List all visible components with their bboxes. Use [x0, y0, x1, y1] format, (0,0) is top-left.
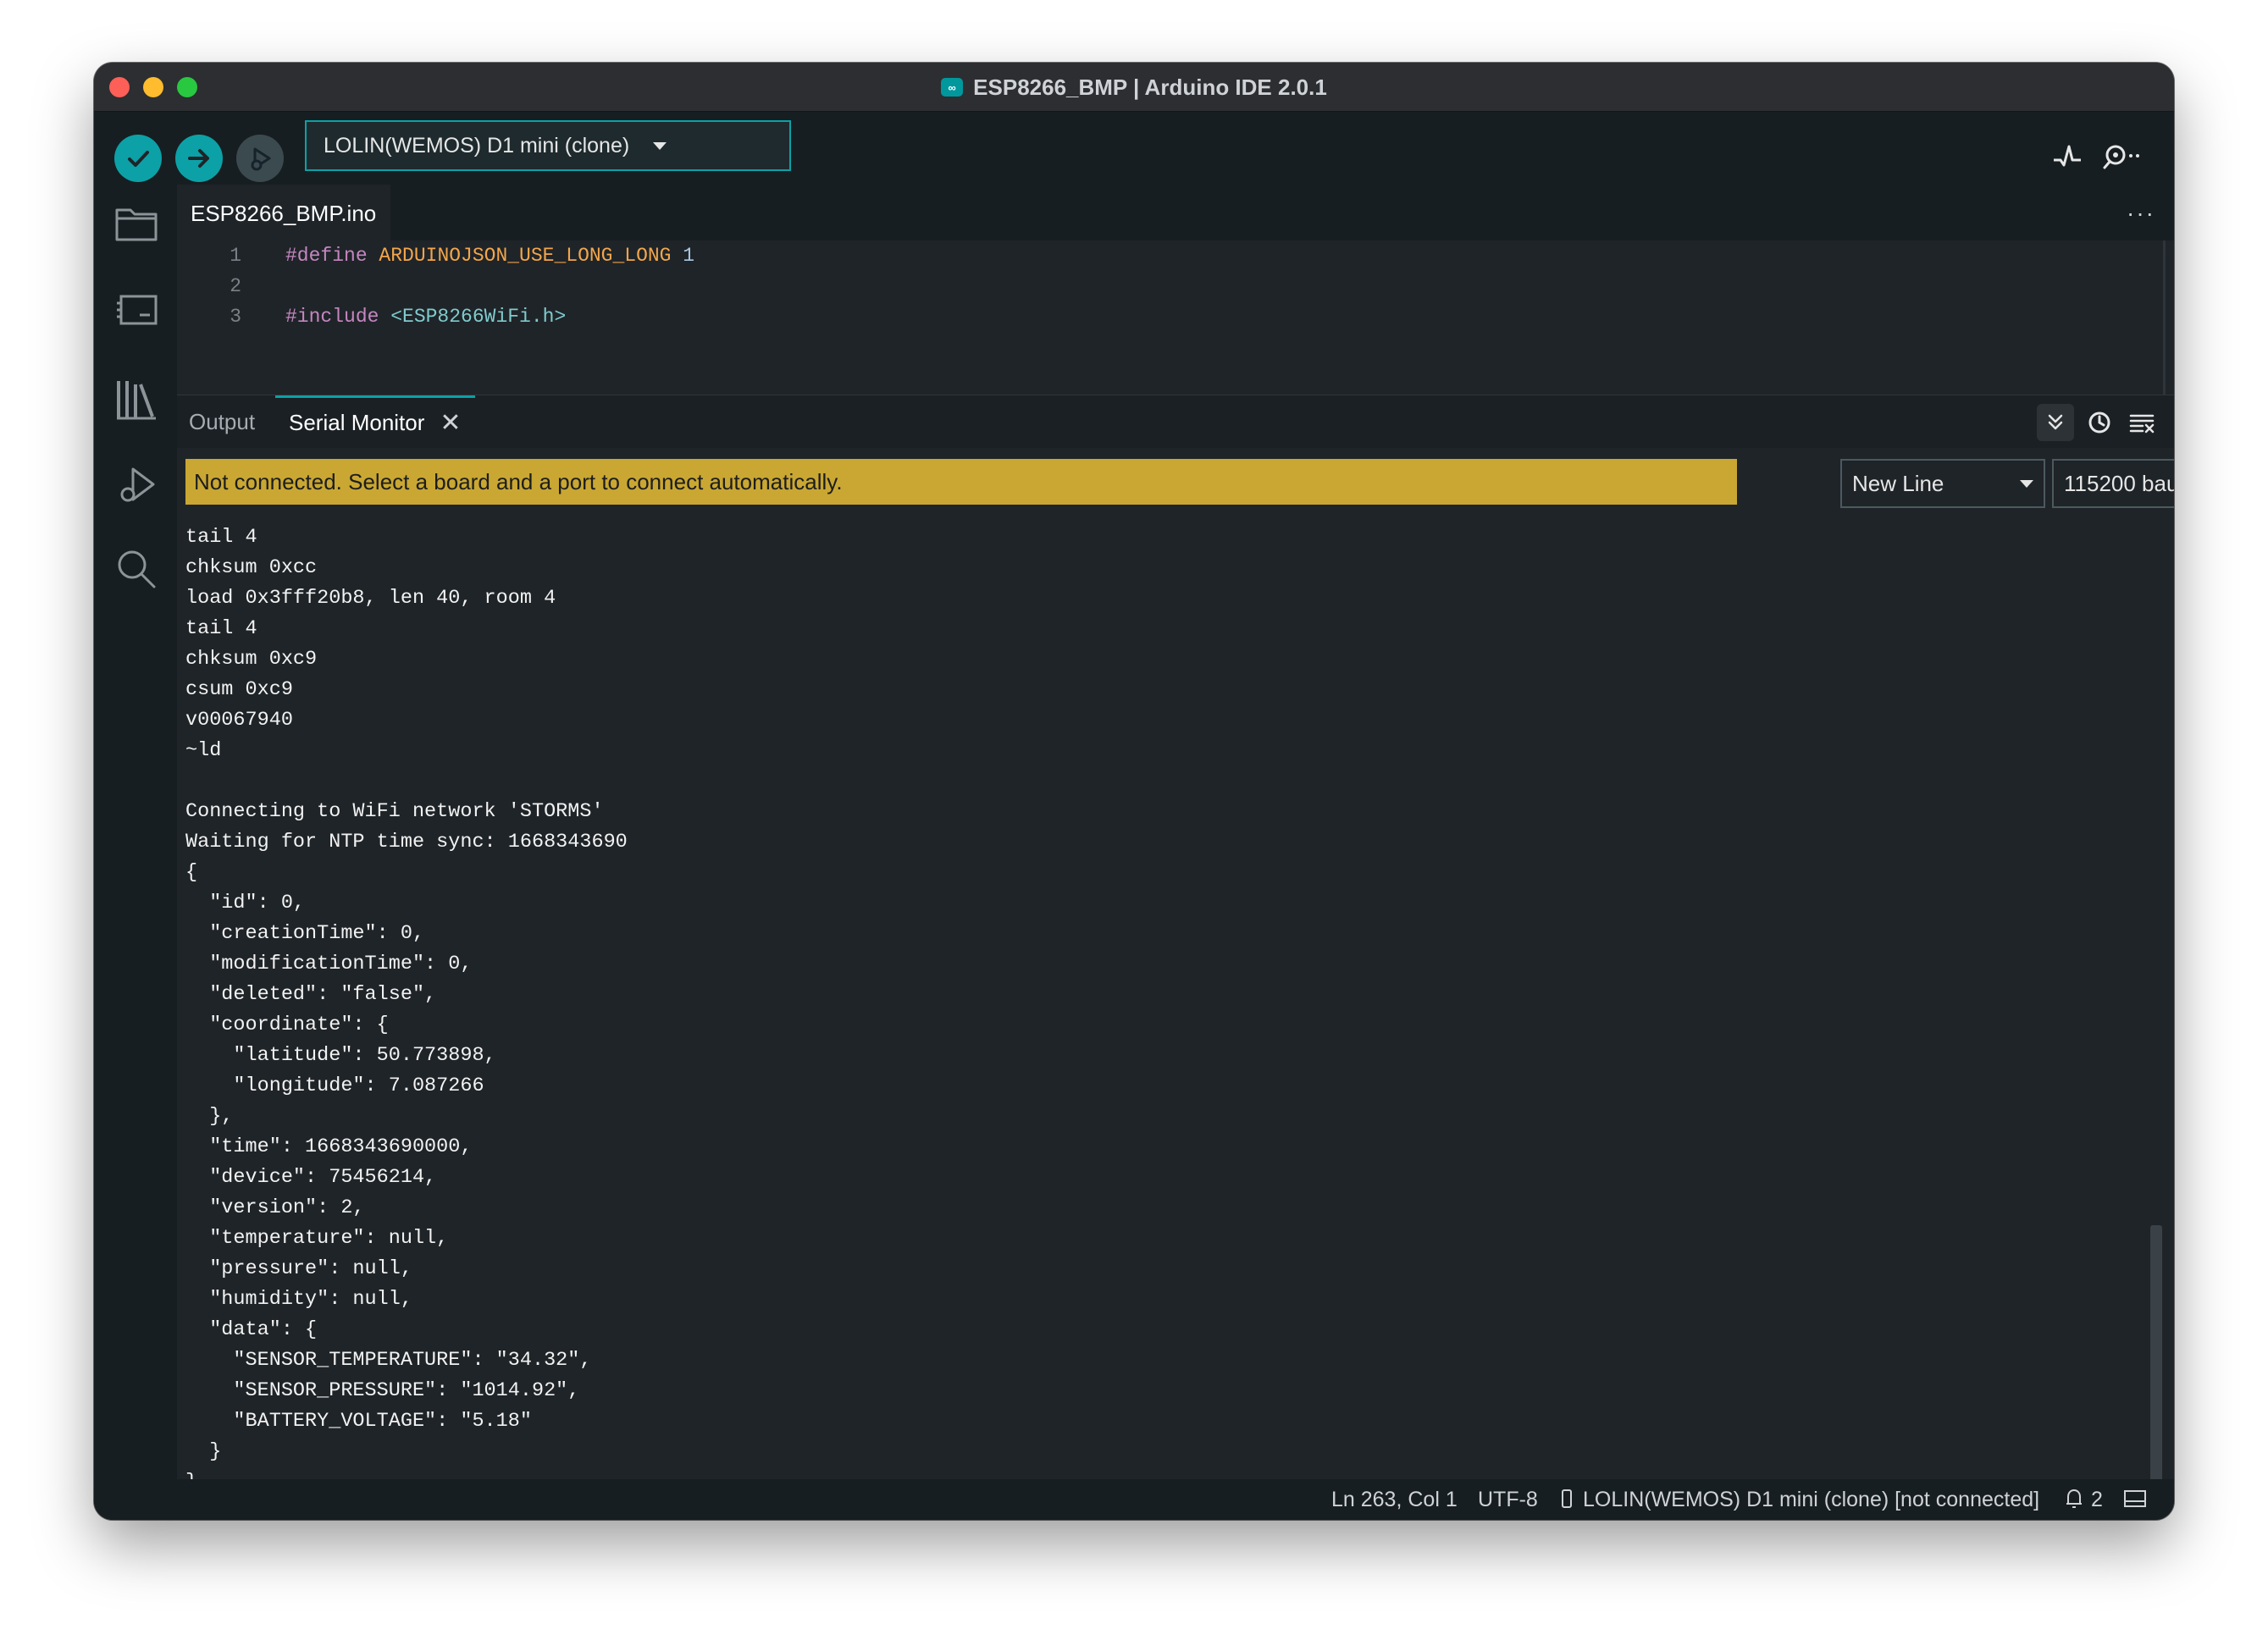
- title-bar: ∞ ESP8266_BMP | Arduino IDE 2.0.1: [94, 63, 2174, 112]
- panel-tab-bar: Output Serial Monitor ✕: [177, 395, 2174, 448]
- boards-manager-button[interactable]: [114, 288, 158, 332]
- debug-sidebar-button[interactable]: [114, 464, 158, 508]
- line-ending-value: New Line: [1852, 470, 1944, 496]
- arrow-right-icon: [188, 149, 209, 168]
- notification-count: 2: [2091, 1488, 2103, 1511]
- pulse-icon: [2054, 145, 2081, 167]
- debug-button[interactable]: [236, 135, 284, 182]
- clear-output-button[interactable]: [2123, 404, 2160, 441]
- autoscroll-toggle[interactable]: [2037, 404, 2074, 441]
- check-icon: [128, 151, 149, 167]
- panel-layout-icon: [2124, 1490, 2146, 1507]
- code-line: 2: [177, 271, 285, 301]
- tab-serial-monitor[interactable]: Serial Monitor ✕: [275, 395, 475, 448]
- board-icon: [117, 295, 158, 325]
- debug-icon: [120, 467, 155, 502]
- editor-tab-bar: ESP8266_BMP.ino ···: [177, 185, 2174, 240]
- code-line: 1 #define ARDUINOJSON_USE_LONG_LONG 1: [177, 240, 694, 271]
- board-selector[interactable]: LOLIN(WEMOS) D1 mini (clone): [305, 120, 791, 171]
- serial-plotter-button[interactable]: [2044, 133, 2091, 180]
- board-status-icon: [1561, 1488, 1573, 1512]
- baud-rate-select[interactable]: 115200 baud: [2052, 459, 2174, 508]
- connection-warning-text: Not connected. Select a board and a port…: [194, 468, 843, 494]
- close-icon[interactable]: ✕: [440, 410, 461, 436]
- file-encoding: UTF-8: [1478, 1488, 1538, 1511]
- bottom-panel: Output Serial Monitor ✕ Not connected. S…: [177, 395, 2174, 1520]
- line-number: 2: [230, 275, 241, 297]
- code-include-path: <ESP8266WiFi.h>: [379, 306, 567, 328]
- serial-monitor-button[interactable]: [2095, 133, 2146, 180]
- serial-output-text: tail 4 chksum 0xcc load 0x3fff20b8, len …: [185, 526, 628, 1520]
- double-chevron-down-icon: [2048, 414, 2063, 430]
- search-icon: [118, 550, 156, 588]
- folder-icon: [115, 208, 158, 241]
- bell-icon[interactable]: [2064, 1488, 2084, 1512]
- file-tab[interactable]: ESP8266_BMP.ino: [177, 185, 390, 240]
- toggle-panel-button[interactable]: [2123, 1488, 2147, 1512]
- search-sidebar-button[interactable]: [114, 547, 158, 591]
- code-editor[interactable]: 1 #define ARDUINOJSON_USE_LONG_LONG 1 2 …: [177, 240, 2174, 395]
- line-number: 1: [230, 245, 241, 267]
- line-number: 3: [230, 306, 241, 328]
- output-scrollbar[interactable]: [2150, 1225, 2162, 1520]
- verify-button[interactable]: [114, 135, 162, 182]
- code-number: 1: [683, 245, 695, 267]
- clear-list-icon: [2129, 414, 2155, 434]
- clock-icon: [2088, 412, 2110, 434]
- library-manager-button[interactable]: [114, 378, 158, 422]
- code-directive: #define: [285, 245, 368, 267]
- chevron-down-icon: [2020, 480, 2033, 488]
- connection-warning: Not connected. Select a board and a port…: [185, 459, 1737, 505]
- upload-button[interactable]: [175, 135, 223, 182]
- baud-rate-value: 115200 baud: [2064, 470, 2174, 496]
- window-title: ESP8266_BMP | Arduino IDE 2.0.1: [973, 74, 1327, 100]
- code-macro: ARDUINOJSON_USE_LONG_LONG: [367, 245, 683, 267]
- timestamp-toggle[interactable]: [2081, 404, 2118, 441]
- chevron-down-icon: [653, 141, 667, 150]
- file-tab-label: ESP8266_BMP.ino: [191, 200, 377, 226]
- code-directive: #include: [285, 306, 379, 328]
- debug-icon: [251, 147, 271, 171]
- editor-scrollbar[interactable]: [2163, 240, 2166, 395]
- tab-output[interactable]: Output: [189, 395, 255, 448]
- cursor-position[interactable]: Ln 263, Col 1: [1331, 1488, 1458, 1512]
- more-options-icon[interactable]: ···: [2127, 200, 2155, 227]
- line-ending-select[interactable]: New Line: [1840, 459, 2045, 508]
- tab-output-label: Output: [189, 408, 256, 434]
- arduino-ide-window: ∞ ESP8266_BMP | Arduino IDE 2.0.1 LOLIN(…: [94, 63, 2174, 1520]
- tab-serial-monitor-label: Serial Monitor: [289, 410, 425, 435]
- magnifier-dots-icon: [2103, 145, 2139, 169]
- board-selector-label: LOLIN(WEMOS) D1 mini (clone): [324, 133, 630, 157]
- status-bar: Ln 263, Col 1 UTF-8 LOLIN(WEMOS) D1 mini…: [94, 1479, 2174, 1520]
- code-line: 3 #include <ESP8266WiFi.h>: [177, 301, 566, 332]
- library-icon: [117, 381, 156, 420]
- activity-sidebar: [94, 185, 177, 1520]
- sketchbook-button[interactable]: [114, 202, 158, 246]
- arduino-logo-icon: ∞: [941, 78, 964, 97]
- board-status[interactable]: LOLIN(WEMOS) D1 mini (clone) [not connec…: [1583, 1488, 2039, 1512]
